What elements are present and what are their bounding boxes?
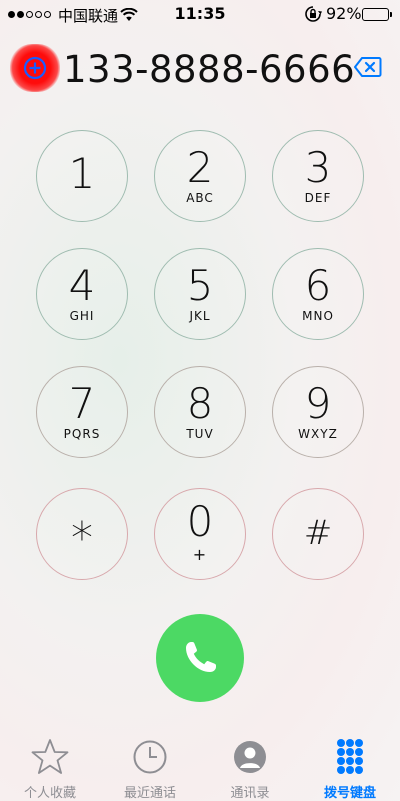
key-letters: PQRS [63, 427, 101, 441]
contacts-icon [200, 738, 300, 776]
key-9[interactable]: 9 WXYZ [272, 366, 364, 458]
key-letters: + [192, 545, 208, 564]
key-6[interactable]: 6 MNO [272, 248, 364, 340]
delete-button[interactable] [354, 56, 382, 82]
key-letters: WXYZ [298, 427, 338, 441]
key-letters: DEF [304, 191, 332, 205]
key-digit: 1 [68, 149, 96, 198]
key-letters: JKL [189, 309, 211, 323]
status-bar: 中国联通 11:35 92% [0, 0, 400, 30]
key-5[interactable]: 5 JKL [154, 248, 246, 340]
tab-bar: 个人收藏 最近通话 通讯录 拨号键盘 [0, 728, 400, 801]
add-contact-button[interactable] [10, 44, 60, 92]
key-digit: 6 [304, 261, 332, 310]
tab-label: 通讯录 [230, 786, 270, 801]
tab-favorites[interactable]: 个人收藏 [0, 738, 100, 801]
key-letters: TUV [186, 427, 214, 441]
tab-label: 最近通话 [123, 786, 176, 801]
tab-recents[interactable]: 最近通话 [100, 738, 200, 801]
rotation-lock-icon [304, 5, 322, 27]
tab-label: 拨号键盘 [323, 786, 376, 801]
key-digit: 4 [68, 261, 96, 310]
key-0[interactable]: 0 + [154, 488, 246, 580]
key-digit: 5 [186, 261, 214, 310]
clock-icon [100, 738, 200, 776]
key-letters: GHI [69, 309, 95, 323]
key-7[interactable]: 7 PQRS [36, 366, 128, 458]
key-8[interactable]: 8 TUV [154, 366, 246, 458]
key-digit: 9 [304, 379, 332, 428]
backspace-icon [354, 57, 382, 77]
key-4[interactable]: 4 GHI [36, 248, 128, 340]
key-digit: 7 [68, 379, 96, 428]
dialed-number: 133-8888-6666 [63, 48, 356, 91]
tab-contacts[interactable]: 通讯录 [200, 738, 300, 801]
key-1[interactable]: 1 [36, 130, 128, 222]
plus-circle-icon [23, 56, 47, 80]
tab-keypad[interactable]: 拨号键盘 [300, 738, 400, 801]
call-button[interactable] [156, 614, 244, 702]
key-letters: MNO [302, 309, 334, 323]
key-3[interactable]: 3 DEF [272, 130, 364, 222]
battery-icon [362, 8, 392, 21]
key-digit: 0 [186, 497, 214, 546]
tab-label: 个人收藏 [23, 786, 76, 801]
star-icon [0, 738, 100, 776]
key-hash[interactable]: # [272, 488, 364, 580]
key-2[interactable]: 2 ABC [154, 130, 246, 222]
key-digit: 2 [186, 143, 214, 192]
key-letters: ABC [186, 191, 214, 205]
key-digit: * [71, 513, 93, 564]
key-digit: 8 [186, 379, 214, 428]
battery-percent: 92% [326, 4, 362, 23]
keypad-icon [300, 738, 400, 776]
key-digit: 3 [304, 143, 332, 192]
key-star[interactable]: * [36, 488, 128, 580]
key-digit: # [303, 513, 333, 553]
phone-icon [186, 642, 216, 672]
